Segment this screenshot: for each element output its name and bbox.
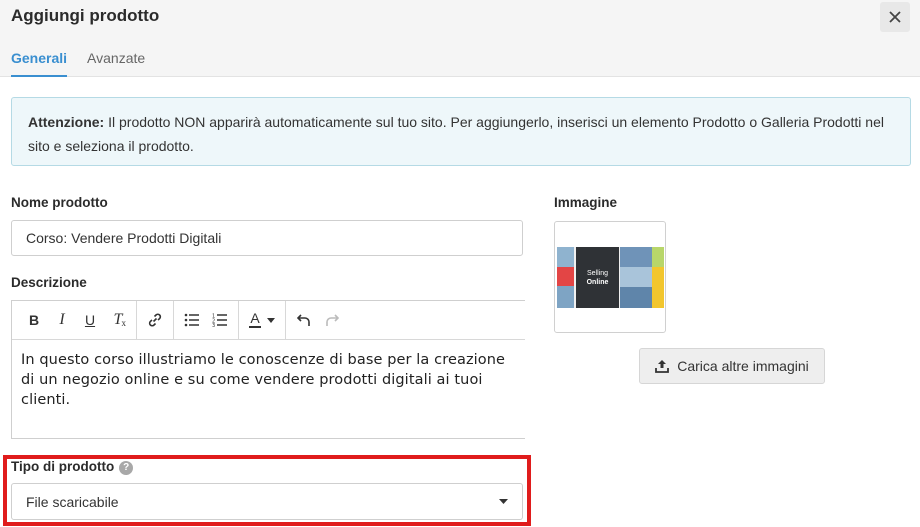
name-label: Nome prodotto — [11, 195, 108, 210]
clear-format-icon: Tx — [114, 311, 127, 329]
font-color-button[interactable]: A — [243, 306, 281, 334]
product-name-input[interactable]: Corso: Vendere Prodotti Digitali — [11, 220, 523, 256]
dialog-header: Aggiungi prodotto Generali Avanzate — [0, 0, 920, 77]
font-color-bar — [249, 326, 261, 328]
upload-images-label: Carica altre immagini — [677, 358, 809, 374]
link-group — [137, 301, 174, 339]
upload-icon — [655, 360, 670, 373]
redo-icon — [326, 314, 339, 326]
link-icon — [148, 313, 162, 327]
close-button[interactable] — [880, 2, 910, 32]
thumb-text-line2: Online — [587, 279, 609, 286]
undo-icon — [297, 314, 310, 326]
bullet-list-icon — [184, 313, 199, 327]
help-icon[interactable]: ? — [119, 460, 134, 475]
description-label: Descrizione — [11, 275, 87, 290]
italic-icon: I — [59, 311, 65, 328]
numbered-list-icon: 1 2 3 — [212, 314, 227, 327]
tab-avanzate[interactable]: Avanzate — [87, 50, 145, 77]
underline-icon: U — [84, 312, 96, 328]
bullet-list-button[interactable] — [178, 306, 206, 334]
font-color-letter: A — [250, 310, 260, 326]
clear-format-button[interactable]: Tx — [104, 306, 132, 334]
chevron-down-icon — [267, 317, 275, 323]
editor-toolbar: B I U Tx 1 2 3 A — [12, 301, 525, 340]
tab-generali[interactable]: Generali — [11, 50, 68, 77]
product-type-value: File scaricabile — [26, 493, 119, 510]
format-group: B I U Tx — [16, 301, 137, 339]
clear-format-x: x — [121, 318, 127, 328]
list-group: 1 2 3 — [174, 301, 239, 339]
product-type-label-text: Tipo di prodotto — [11, 459, 115, 474]
italic-button[interactable]: I — [48, 306, 76, 334]
description-editor[interactable]: B I U Tx 1 2 3 A In questo corso illustr… — [11, 300, 525, 439]
underline-button[interactable]: U — [76, 306, 104, 334]
image-label: Immagine — [554, 195, 618, 210]
close-icon — [889, 11, 901, 23]
upload-images-button[interactable]: Carica altre immagini — [639, 348, 825, 384]
bold-icon: B — [28, 312, 40, 328]
tab-bar: Generali Avanzate — [11, 50, 165, 77]
thumb-text-line1: Selling — [587, 270, 608, 277]
product-type-label: Tipo di prodotto? — [11, 459, 134, 475]
numbered-list-button[interactable]: 1 2 3 — [206, 306, 234, 334]
bold-button[interactable]: B — [20, 306, 48, 334]
alert-strong: Attenzione: — [28, 114, 105, 130]
caret-down-icon — [499, 499, 508, 504]
history-group — [286, 301, 350, 339]
dialog-title: Aggiungi prodotto — [11, 6, 160, 25]
product-type-select[interactable]: File scaricabile — [11, 483, 523, 520]
info-alert: Attenzione: Il prodotto NON apparirà aut… — [11, 97, 911, 166]
redo-button[interactable] — [318, 306, 346, 334]
product-image[interactable]: Selling Online — [554, 221, 666, 333]
product-thumbnail: Selling Online — [557, 247, 664, 308]
alert-text: Il prodotto NON apparirà automaticamente… — [28, 114, 884, 154]
svg-text:3: 3 — [212, 323, 215, 327]
description-text[interactable]: In questo corso illustriamo le conoscenz… — [12, 340, 525, 420]
font-color-icon: A — [249, 310, 261, 328]
product-name-value: Corso: Vendere Prodotti Digitali — [26, 230, 222, 246]
undo-button[interactable] — [290, 306, 318, 334]
link-button[interactable] — [141, 306, 169, 334]
color-group: A — [239, 301, 286, 339]
